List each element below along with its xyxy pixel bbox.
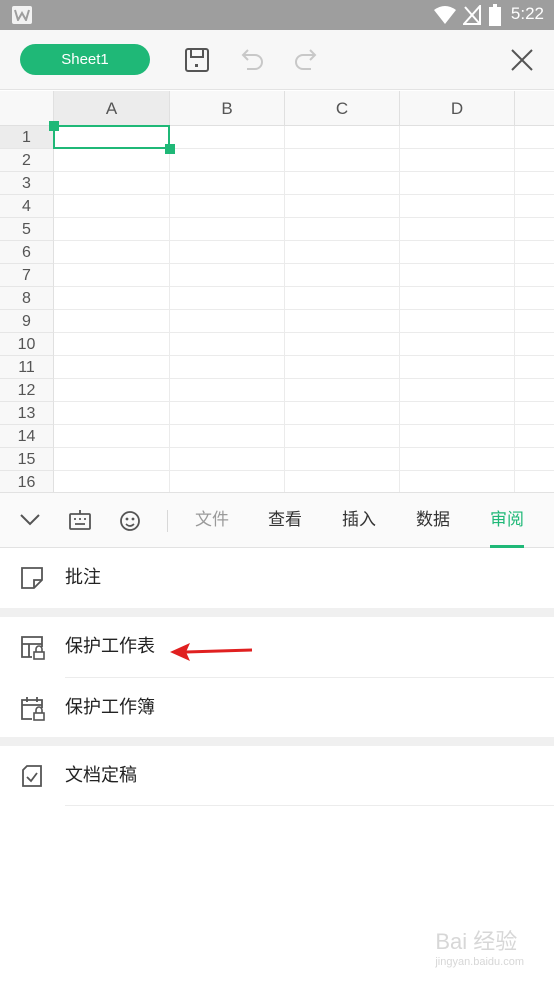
row-header-3[interactable]: 3 (0, 172, 54, 195)
row-header-5[interactable]: 5 (0, 218, 54, 241)
grid-line (54, 378, 554, 379)
status-time: 5:22 (510, 4, 544, 23)
tab-insert[interactable]: 插入 (334, 493, 384, 548)
menu-item-label: 保护工作表 (65, 636, 155, 657)
menu-divider (65, 805, 554, 806)
grid-line (54, 286, 554, 287)
grid-line (54, 309, 554, 310)
grid-line (54, 470, 554, 471)
annotation-arrow (170, 643, 253, 661)
save-icon[interactable] (183, 46, 211, 74)
row-header-8[interactable]: 8 (0, 287, 54, 310)
row-header-9[interactable]: 9 (0, 310, 54, 333)
tab-separator (167, 510, 168, 532)
baidu-watermark: Bai 经验 jingyan.baidu.com (435, 924, 524, 968)
column-header-d[interactable]: D (400, 91, 515, 126)
tab-view[interactable]: 查看 (260, 493, 310, 548)
grid-line (54, 171, 554, 172)
watermark-text: Bai 经验 (435, 929, 518, 954)
column-header-e[interactable] (515, 91, 554, 126)
row-header-16[interactable]: 16 (0, 471, 54, 492)
row-header-6[interactable]: 6 (0, 241, 54, 264)
tab-data[interactable]: 数据 (408, 493, 458, 548)
ribbon-tab-bar: 文件 查看 插入 数据 审阅 (0, 492, 554, 548)
menu-item-protect-workbook[interactable]: 保护工作簿 (0, 678, 554, 738)
emoji-icon[interactable] (118, 509, 142, 533)
selection-handle-bottom-right[interactable] (165, 144, 175, 154)
menu-item-comment[interactable]: 批注 (0, 548, 554, 608)
tab-file[interactable]: 文件 (187, 493, 237, 548)
section-gap (0, 737, 554, 746)
menu-item-label: 批注 (65, 567, 101, 588)
selected-cell-a1[interactable] (53, 125, 170, 149)
undo-icon[interactable] (238, 46, 266, 74)
column-header-c[interactable]: C (285, 91, 400, 126)
column-header-b[interactable]: B (170, 91, 285, 126)
row-header-11[interactable]: 11 (0, 356, 54, 379)
keyboard-icon[interactable] (68, 509, 92, 531)
row-header-10[interactable]: 10 (0, 333, 54, 356)
protect-workbook-icon (21, 697, 45, 721)
row-header-7[interactable]: 7 (0, 264, 54, 287)
battery-icon (489, 4, 501, 26)
grid-line (399, 126, 400, 492)
menu-item-label: 文档定稿 (65, 765, 137, 786)
select-all-corner[interactable] (0, 91, 54, 126)
grid-line (514, 126, 515, 492)
grid-line (54, 447, 554, 448)
section-gap (0, 608, 554, 617)
no-signal-icon (463, 5, 481, 25)
row-header-2[interactable]: 2 (0, 149, 54, 172)
menu-item-protect-sheet[interactable]: 保护工作表 (0, 617, 554, 677)
row-header-15[interactable]: 15 (0, 448, 54, 471)
sheet-name-button[interactable]: Sheet1 (20, 44, 150, 75)
wps-app-icon (12, 6, 32, 24)
row-header-12[interactable]: 12 (0, 379, 54, 402)
row-header-14[interactable]: 14 (0, 425, 54, 448)
row-header-13[interactable]: 13 (0, 402, 54, 425)
menu-item-finalize-document[interactable]: 文档定稿 (0, 746, 554, 806)
grid-line (54, 217, 554, 218)
collapse-chevron-icon[interactable] (19, 512, 41, 528)
watermark-sub: jingyan.baidu.com (435, 956, 524, 968)
redo-icon[interactable] (292, 46, 320, 74)
grid-line (54, 240, 554, 241)
grid-line (54, 424, 554, 425)
spreadsheet-grid[interactable]: A B C D 1 2 3 4 5 6 7 8 9 10 11 12 13 14… (0, 91, 554, 492)
column-header-a[interactable]: A (54, 91, 170, 126)
grid-line (54, 194, 554, 195)
selection-handle-top-left[interactable] (49, 121, 59, 131)
tab-review[interactable]: 审阅 (482, 493, 532, 548)
menu-item-label: 保护工作簿 (65, 697, 155, 718)
grid-line (54, 355, 554, 356)
grid-line (284, 126, 285, 492)
row-header-1[interactable]: 1 (0, 126, 54, 149)
grid-line (54, 263, 554, 264)
finalize-document-icon (22, 765, 42, 787)
close-icon[interactable] (508, 46, 536, 74)
row-header-4[interactable]: 4 (0, 195, 54, 218)
top-toolbar: Sheet1 (0, 30, 554, 90)
grid-line (54, 332, 554, 333)
status-bar: 5:22 (0, 0, 554, 30)
wifi-icon (434, 6, 456, 24)
grid-line (54, 401, 554, 402)
protect-sheet-icon (21, 636, 45, 660)
grid-line (169, 126, 170, 492)
comment-icon (21, 567, 43, 589)
